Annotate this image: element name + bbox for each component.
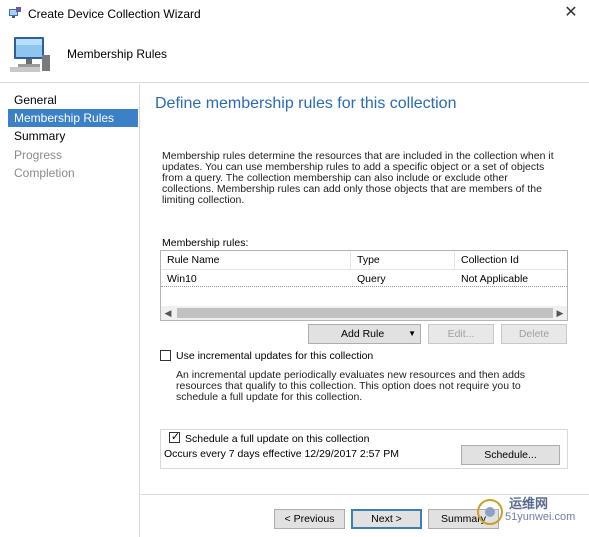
- horizontal-scrollbar[interactable]: ◀ ▶: [161, 306, 567, 320]
- title-bar: Create Device Collection Wizard ✕: [0, 0, 589, 27]
- watermark-logo: 运维网 51yunwei.com: [475, 493, 585, 533]
- schedule-full-update-checkbox[interactable]: ✓: [169, 431, 181, 443]
- dropdown-arrow-icon: ▼: [408, 329, 416, 338]
- column-header-collection-id[interactable]: Collection Id: [455, 251, 567, 270]
- schedule-summary-text: Occurs every 7 days effective 12/29/2017…: [164, 448, 400, 460]
- incremental-updates-label[interactable]: Use incremental updates for this collect…: [176, 350, 373, 362]
- schedule-button[interactable]: Schedule...: [461, 445, 560, 465]
- computer-icon: [10, 37, 50, 72]
- schedule-full-update-label[interactable]: Schedule a full update on this collectio…: [185, 433, 369, 445]
- window-title: Create Device Collection Wizard: [28, 7, 201, 21]
- add-rule-label: Add Rule: [341, 328, 385, 340]
- scrollbar-thumb[interactable]: [177, 308, 553, 318]
- checkmark-icon: ✓: [170, 431, 181, 443]
- membership-rules-table[interactable]: Rule Name Type Collection Id Win10 Query…: [160, 250, 568, 321]
- sidebar-item-summary[interactable]: Summary: [8, 127, 138, 145]
- wizard-app-icon: [9, 7, 21, 18]
- add-rule-button[interactable]: Add Rule ▼: [308, 324, 421, 344]
- sidebar-item-membership-rules[interactable]: Membership Rules: [8, 109, 138, 127]
- table-header: Rule Name Type Collection Id: [161, 251, 567, 270]
- watermark-icon: [477, 499, 503, 525]
- main-content: Define membership rules for this collect…: [141, 84, 589, 494]
- previous-button[interactable]: < Previous: [274, 509, 345, 529]
- cell-rule-name: Win10: [167, 273, 197, 285]
- page-title: Define membership rules for this collect…: [155, 95, 457, 112]
- cell-type: Query: [357, 273, 386, 285]
- close-icon[interactable]: ✕: [559, 2, 583, 24]
- scroll-left-icon[interactable]: ◀: [161, 306, 175, 320]
- wizard-header: Membership Rules: [0, 27, 589, 83]
- delete-button[interactable]: Delete: [501, 324, 567, 344]
- incremental-updates-checkbox[interactable]: [160, 350, 171, 361]
- cell-collection-id: Not Applicable: [461, 273, 529, 285]
- sidebar-item-completion: Completion: [14, 166, 75, 180]
- sidebar-item-progress: Progress: [14, 148, 63, 162]
- membership-rules-label: Membership rules:: [162, 237, 249, 249]
- header-title: Membership Rules: [67, 47, 168, 61]
- next-button[interactable]: Next >: [351, 509, 422, 529]
- edit-button[interactable]: Edit...: [428, 324, 494, 344]
- watermark-text-1: 运维网: [509, 496, 549, 511]
- description-text: Membership rules determine the resources…: [162, 150, 554, 206]
- incremental-help-text: An incremental update periodically evalu…: [176, 369, 526, 403]
- column-header-type[interactable]: Type: [351, 251, 455, 270]
- sidebar-item-general[interactable]: General: [8, 91, 138, 109]
- wizard-sidebar: General Membership Rules Summary Progres…: [0, 84, 140, 537]
- column-header-rule-name[interactable]: Rule Name: [161, 251, 351, 270]
- watermark-text-2: 51yunwei.com: [505, 511, 576, 523]
- table-row[interactable]: Win10 Query Not Applicable: [161, 271, 567, 287]
- scroll-right-icon[interactable]: ▶: [553, 306, 567, 320]
